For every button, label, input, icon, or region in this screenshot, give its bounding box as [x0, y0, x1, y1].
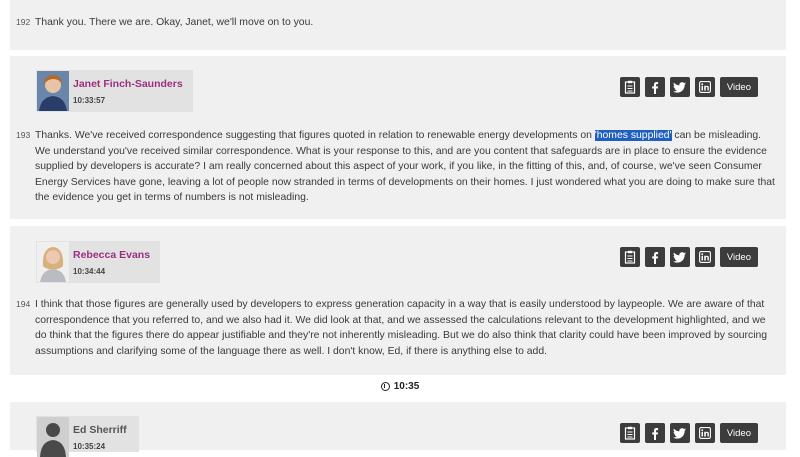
speaker-name[interactable]: Ed Sherriff [73, 424, 127, 436]
video-button[interactable]: Video [719, 423, 758, 443]
transcript-entry: 192 Thank you. There we are. Okay, Janet… [10, 0, 786, 50]
facebook-icon[interactable] [644, 247, 665, 267]
clock-icon [380, 382, 390, 391]
share-toolbar: Video [615, 247, 758, 267]
video-button[interactable]: Video [719, 247, 758, 267]
twitter-icon[interactable] [669, 247, 690, 267]
speaker-name[interactable]: Janet Finch-Saunders [73, 78, 183, 90]
share-toolbar: Video [615, 423, 758, 443]
paragraph-text: I think that those figures are generally… [35, 299, 768, 357]
clipboard-icon[interactable] [619, 423, 640, 443]
speaker-card[interactable]: Ed Sherriff 10:35:24 [36, 416, 139, 457]
speaker-name[interactable]: Rebecca Evans [73, 249, 150, 261]
clipboard-icon[interactable] [619, 77, 640, 97]
facebook-icon[interactable] [644, 423, 665, 443]
speaker-card[interactable]: Rebecca Evans 10:34:44 [36, 241, 160, 283]
time-marker-label: 10:35 [393, 381, 420, 392]
twitter-icon[interactable] [669, 423, 690, 443]
speaker-card[interactable]: Janet Finch-Saunders 10:33:57 [36, 70, 193, 112]
linkedin-icon[interactable] [694, 77, 715, 97]
clipboard-icon[interactable] [619, 247, 640, 267]
facebook-icon[interactable] [644, 77, 665, 97]
speaker-timestamp: 10:34:44 [73, 267, 106, 276]
linkedin-icon[interactable] [694, 423, 715, 443]
twitter-icon[interactable] [669, 77, 690, 97]
speaker-photo-placeholder [37, 417, 69, 457]
transcript-entry: Rebecca Evans 10:34:44 Video 194 I think… [10, 226, 786, 375]
time-marker[interactable]: 10:35 [0, 381, 800, 392]
linkedin-icon[interactable] [694, 247, 715, 267]
paragraph-text: Thank you. There we are. Okay, Janet, we… [35, 17, 314, 28]
paragraph-number: 192 [16, 17, 31, 27]
transcript-entry: Ed Sherriff 10:35:24 Video [10, 402, 786, 457]
video-button[interactable]: Video [719, 77, 758, 97]
paragraph-number: 193 [16, 130, 31, 140]
speaker-timestamp: 10:33:57 [73, 96, 106, 105]
paragraph-number: 194 [16, 299, 31, 309]
speaker-photo [37, 242, 69, 282]
speaker-photo [37, 71, 69, 111]
highlighted-text[interactable]: 'homes supplied' [594, 130, 672, 141]
share-toolbar: Video [615, 77, 758, 97]
transcript-entry: Janet Finch-Saunders 10:33:57 Video 193 … [10, 56, 786, 219]
paragraph-text: Thanks. We've received correspondence su… [35, 130, 775, 203]
